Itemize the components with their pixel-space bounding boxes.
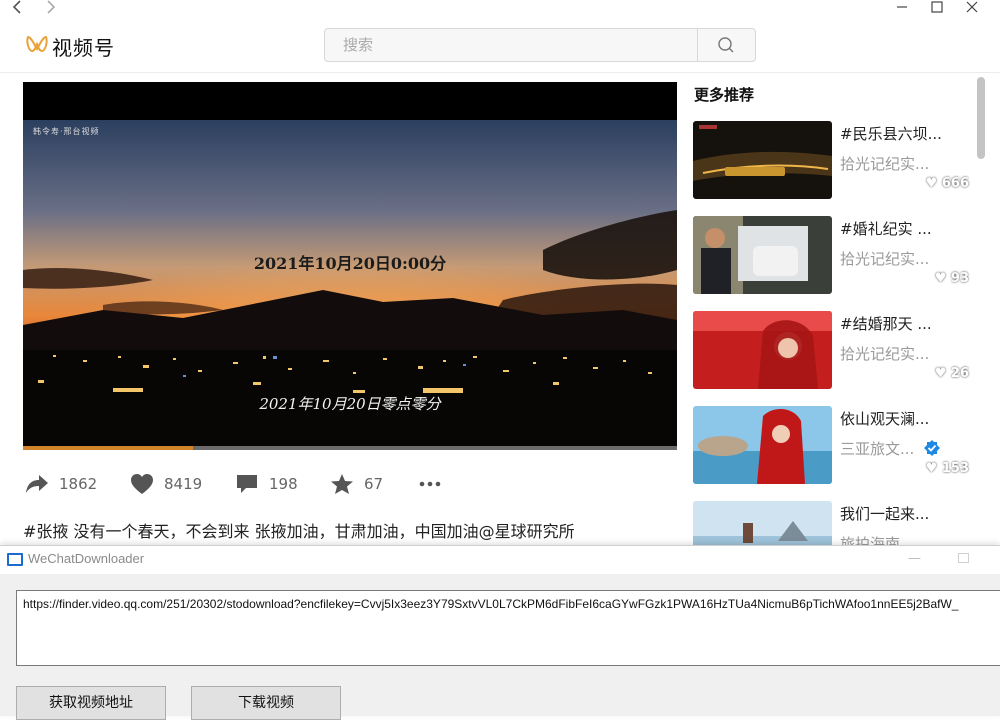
recommendation-item[interactable]: ♥ 666 #民乐县六坝... 拾光记纪实... bbox=[693, 121, 983, 201]
share-button[interactable]: 1862 bbox=[25, 470, 97, 498]
comment-count: 198 bbox=[269, 475, 298, 493]
url-textbox[interactable]: https://finder.video.qq.com/251/20302/st… bbox=[16, 590, 1000, 666]
likes-count: 93 bbox=[950, 271, 969, 286]
recommendation-title: 依山观天澜... bbox=[840, 410, 930, 428]
recommendation-likes: ♥ 93 bbox=[934, 271, 969, 286]
search-icon[interactable] bbox=[698, 29, 755, 61]
recommendation-thumbnail bbox=[693, 121, 832, 199]
video-description: #张掖 没有一个春天，不会到来 张掖加油，甘肃加油，中国加油@星球研究所 bbox=[23, 522, 575, 541]
recommendation-item[interactable]: ♥ 153 依山观天澜... 三亚旅文... bbox=[693, 406, 983, 486]
video-progress-bar[interactable] bbox=[23, 446, 677, 450]
channels-logo-icon bbox=[26, 35, 48, 53]
likes-count: 26 bbox=[950, 366, 969, 381]
heart-icon bbox=[131, 474, 153, 494]
video-app-window: 视频号 搜索 韩令寿·邢台视频 2021年10月20日0:00分 2021年10… bbox=[0, 0, 1000, 579]
minimize-icon[interactable]: — bbox=[908, 551, 921, 566]
recommendation-likes: ♥ 26 bbox=[934, 366, 969, 381]
url-text: https://finder.video.qq.com/251/20302/st… bbox=[23, 597, 959, 611]
recommendation-title: 我们一起来... bbox=[840, 505, 930, 523]
scrollbar-thumb[interactable] bbox=[977, 77, 985, 159]
minimize-icon[interactable] bbox=[892, 0, 912, 14]
more-button[interactable] bbox=[417, 470, 443, 498]
more-icon bbox=[419, 481, 441, 487]
likes-count: 153 bbox=[941, 461, 969, 476]
recommendation-thumbnail bbox=[693, 311, 832, 389]
search-bar bbox=[324, 28, 756, 62]
video-player[interactable]: 韩令寿·邢台视频 2021年10月20日0:00分 2021年10月20日零点零… bbox=[23, 82, 677, 450]
video-progress-fill bbox=[23, 446, 194, 450]
close-icon[interactable] bbox=[962, 0, 982, 14]
recommendation-author: 三亚旅文... bbox=[840, 440, 915, 458]
app-title: 视频号 bbox=[52, 36, 115, 60]
comment-button[interactable]: 198 bbox=[235, 470, 298, 498]
header-divider bbox=[0, 72, 1000, 73]
recommendation-likes: ♥ 666 bbox=[925, 176, 969, 191]
likes-count: 666 bbox=[941, 176, 969, 191]
recommendation-author: 拾光记纪实... bbox=[840, 250, 930, 268]
recommendation-author: 拾光记纪实... bbox=[840, 155, 930, 173]
downloader-window: WeChatDownloader — https://finder.video.… bbox=[0, 545, 1000, 720]
recommendations-title: 更多推荐 bbox=[694, 86, 755, 104]
downloader-title: WeChatDownloader bbox=[28, 551, 145, 566]
recommendation-author: 拾光记纪实... bbox=[840, 345, 930, 363]
video-watermark: 韩令寿·邢台视频 bbox=[33, 127, 100, 136]
verified-badge-icon bbox=[924, 440, 940, 456]
share-count: 1862 bbox=[59, 475, 98, 493]
comment-icon bbox=[237, 475, 257, 493]
search-input[interactable] bbox=[325, 29, 697, 61]
like-count: 8419 bbox=[164, 475, 203, 493]
like-button[interactable]: 8419 bbox=[130, 470, 202, 498]
window-app-icon bbox=[7, 553, 23, 566]
downloader-titlebar: WeChatDownloader — bbox=[0, 546, 1000, 574]
recommendation-likes: ♥ 153 bbox=[925, 461, 969, 476]
recommendation-title: #民乐县六坝... bbox=[840, 125, 942, 143]
recommendation-item[interactable]: ♥ 26 #结婚那天 ... 拾光记纪实... bbox=[693, 311, 983, 391]
download-video-button[interactable]: 下载视频 bbox=[191, 686, 341, 720]
maximize-icon[interactable] bbox=[927, 0, 947, 14]
recommendation-title: #婚礼纪实 ... bbox=[840, 220, 932, 238]
maximize-icon[interactable] bbox=[958, 553, 969, 563]
favorite-count: 67 bbox=[364, 475, 384, 493]
favorite-button[interactable]: 67 bbox=[330, 470, 383, 498]
video-caption-subtitle: 2021年10月20日零点零分 bbox=[259, 395, 441, 413]
recommendation-thumbnail bbox=[693, 406, 832, 484]
back-arrow-icon[interactable] bbox=[10, 0, 24, 14]
get-video-url-button[interactable]: 获取视频地址 bbox=[16, 686, 166, 720]
recommendation-thumbnail bbox=[693, 216, 832, 294]
forward-arrow-icon[interactable] bbox=[44, 0, 58, 14]
recommendation-title: #结婚那天 ... bbox=[840, 315, 932, 333]
share-icon bbox=[26, 475, 48, 493]
recommendation-item[interactable]: ♥ 93 #婚礼纪实 ... 拾光记纪实... bbox=[693, 216, 983, 296]
star-icon bbox=[331, 474, 353, 494]
video-caption-date: 2021年10月20日0:00分 bbox=[253, 254, 447, 273]
